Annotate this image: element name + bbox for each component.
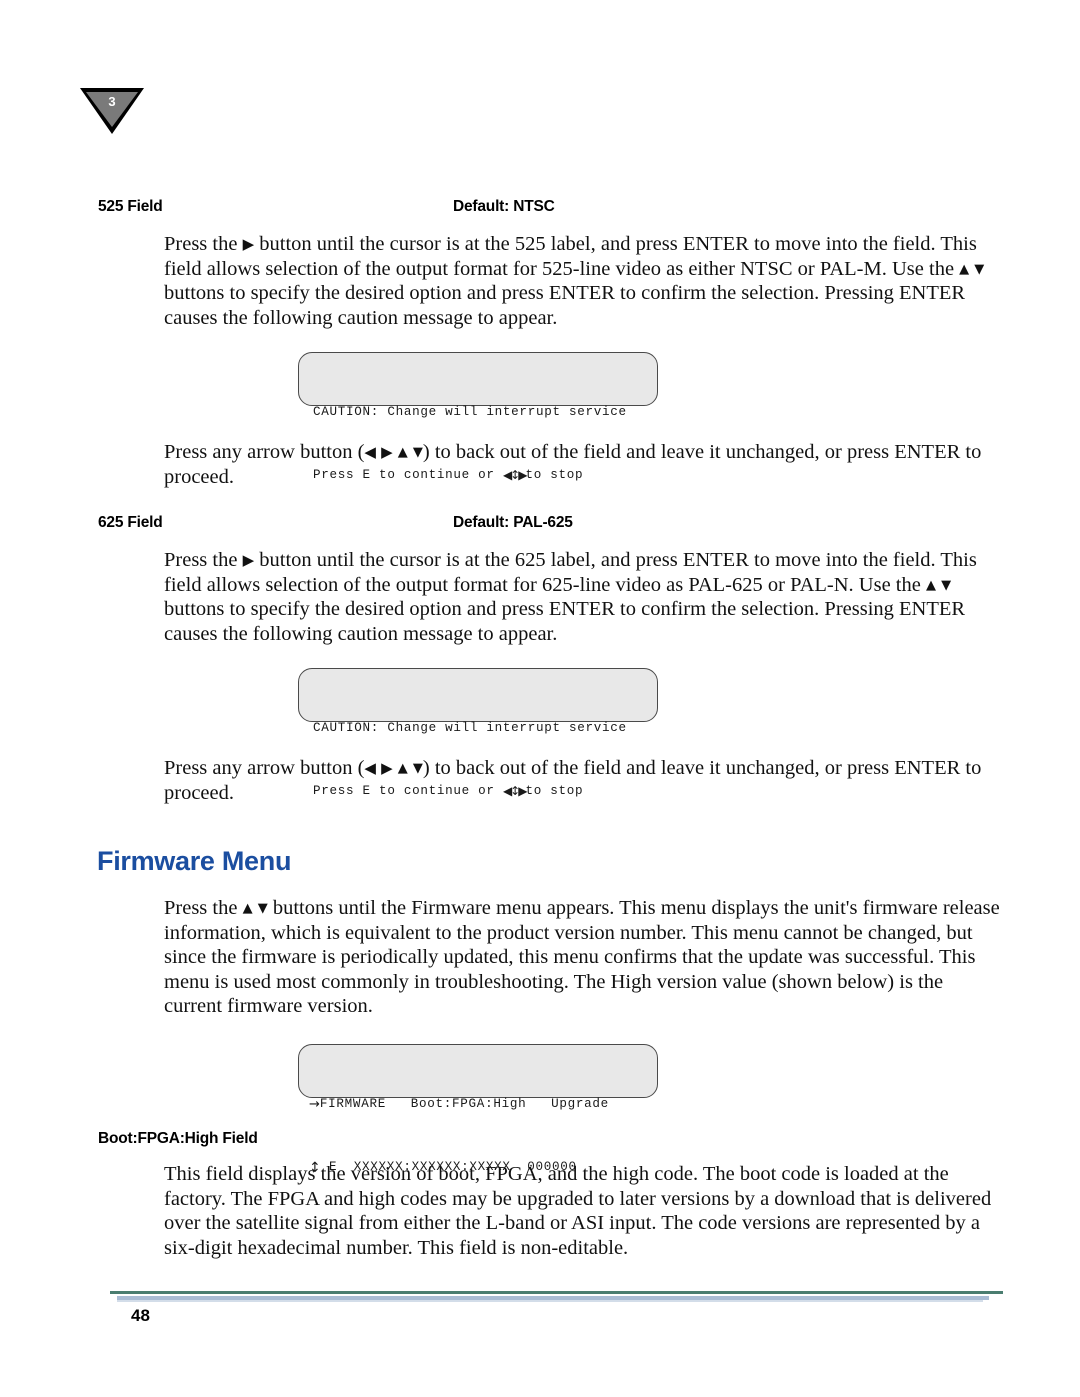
arrow-down-icon: ▼ [974, 261, 985, 277]
arrow-up-icon: ▲ [925, 577, 936, 593]
footer-rule-pale [117, 1300, 983, 1302]
arrow-up-icon: ▲ [959, 261, 970, 277]
arrow-note-prefix: Press any arrow button ( [164, 757, 365, 779]
page-number: 48 [131, 1306, 150, 1325]
arrow-down-icon: ▼ [412, 761, 423, 776]
field-header-525: 525 Field Default: NTSC [98, 198, 918, 216]
field-default-625: Default: PAL-625 [453, 514, 573, 531]
chapter-marker-triangle-icon: 3 [80, 88, 144, 134]
paragraph-525-part1: Press the [164, 233, 243, 255]
caution-line-1: CAUTION: Change will interrupt service [313, 405, 627, 419]
field-header-625: 625 Field Default: PAL-625 [98, 514, 918, 532]
paragraph-525-part2: button until the cursor is at the 525 la… [164, 233, 977, 280]
paragraph-firmware-prefix: Press the [164, 897, 243, 919]
paragraph-525: Press the ▶ button until the cursor is a… [164, 232, 1000, 330]
paragraph-625: Press the ▶ button until the cursor is a… [164, 548, 1000, 646]
arrow-left-icon: ◀ [364, 759, 376, 777]
arrow-right-cursor-icon: → [309, 1097, 320, 1112]
paragraph-boot-fpga-high: This field displays the version of boot,… [164, 1163, 992, 1259]
caution-line-1: CAUTION: Change will interrupt service [313, 721, 627, 735]
arrow-right-icon: ▶ [381, 759, 393, 777]
paragraph-525-part3: buttons to specify the desired option an… [164, 282, 966, 329]
paragraph-firmware: Press the ▲ ▼ buttons until the Firmware… [164, 896, 1000, 1019]
paragraph-firmware-suffix: buttons until the Firmware menu appears.… [164, 897, 1000, 1018]
arrow-left-icon: ◀ [364, 443, 376, 461]
firmware-row-1: →FIRMWARE Boot:FPGA:High Upgrade [309, 1094, 657, 1115]
paragraph-625-part1: Press the [164, 549, 243, 571]
arrow-right-icon: ▶ [242, 551, 255, 569]
footer-rule-dark [110, 1291, 1003, 1294]
chapter-number: 3 [108, 94, 116, 109]
paragraph-625-part3: buttons to specify the desired option an… [164, 598, 966, 645]
arrow-up-icon: ▲ [397, 445, 408, 460]
document-page: 3 525 Field Default: NTSC Press the ▶ but… [0, 0, 1080, 1397]
paragraph-625-part2: button until the cursor is at the 625 la… [164, 549, 977, 596]
arrow-note-625: Press any arrow button (◀ ▶ ▲ ▼) to back… [164, 756, 1000, 805]
arrow-right-icon: ▶ [381, 443, 393, 461]
firmware-row1-col2: Boot:FPGA:High [410, 1097, 527, 1111]
field-default-525: Default: NTSC [453, 198, 555, 215]
arrow-note-prefix: Press any arrow button ( [164, 441, 365, 463]
arrow-up-icon: ▲ [397, 761, 408, 776]
arrow-right-icon: ▶ [242, 235, 255, 253]
arrow-up-icon: ▲ [242, 901, 253, 916]
arrow-down-icon: ▼ [257, 901, 268, 916]
firmware-row1-col3: Upgrade [551, 1097, 609, 1111]
field-header-boot-fpga-high: Boot:FPGA:High Field [98, 1130, 918, 1148]
firmware-row1-label: FIRMWARE [319, 1097, 386, 1111]
section-heading-firmware-menu: Firmware Menu [97, 846, 292, 876]
field-name-525: 525 Field [98, 198, 163, 215]
field-name-625: 625 Field [98, 514, 163, 531]
field-name-boot-fpga-high: Boot:FPGA:High Field [98, 1130, 258, 1147]
caution-message-box-525: CAUTION: Change will interrupt service P… [298, 352, 658, 482]
arrow-down-icon: ▼ [941, 577, 952, 593]
arrow-down-icon: ▼ [412, 445, 423, 460]
arrow-note-525: Press any arrow button (◀ ▶ ▲ ▼) to back… [164, 440, 1000, 489]
caution-message-box-625: CAUTION: Change will interrupt service P… [298, 668, 658, 798]
firmware-menu-display: →FIRMWARE Boot:FPGA:High Upgrade ↕ E XXX… [298, 1044, 658, 1176]
